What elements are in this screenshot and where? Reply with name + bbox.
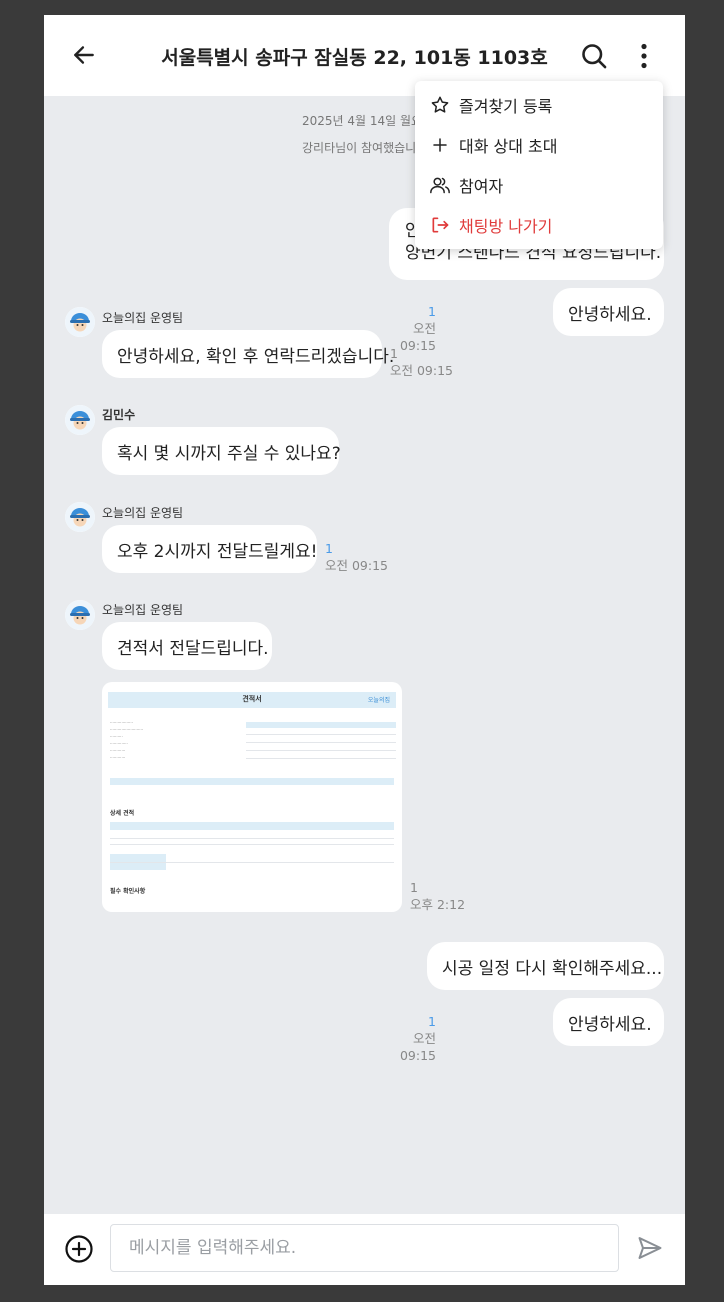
- message-meta: 1 오전 09:15: [374, 1013, 436, 1064]
- mascot-avatar-icon: [65, 600, 95, 630]
- chat-title: 서울특별시 송파구 잠실동 22, 101동 1103호: [161, 47, 548, 69]
- message-time: 오전 09:15: [399, 1031, 436, 1063]
- message-meta: 1 오전 09:15: [325, 540, 388, 574]
- users-icon: [429, 174, 451, 196]
- message-bubble-other[interactable]: 견적서 전달드립니다.: [102, 622, 272, 670]
- message-text: 혹시 몇 시까지 주실 수 있나요?: [117, 443, 341, 464]
- sender-name: 오늘의집 운영팀: [102, 603, 184, 617]
- avatar[interactable]: [65, 600, 95, 630]
- document-title: 견적서: [242, 695, 262, 703]
- plus-icon: [429, 134, 451, 156]
- star-icon: [429, 94, 451, 116]
- doc-detail-line: ··························: [110, 727, 144, 732]
- doc-table-line: [246, 742, 396, 743]
- avatar[interactable]: [65, 405, 95, 435]
- doc-items-header: [110, 822, 394, 830]
- message-bubble-mine[interactable]: 시공 일정 다시 확인해주세요...: [427, 942, 664, 990]
- mascot-avatar-icon: [65, 307, 95, 337]
- message-meta: 1 오후 2:12: [410, 879, 465, 913]
- search-button[interactable]: [578, 39, 610, 73]
- doc-detail-line: ············: [110, 755, 126, 760]
- avatar[interactable]: [65, 502, 95, 532]
- date-divider: 2025년 4월 14일 월요: [302, 114, 423, 128]
- add-attachment-button[interactable]: [64, 1234, 94, 1264]
- doc-detail-line: ··················: [110, 720, 133, 725]
- doc-detail-line: ··············: [110, 741, 128, 746]
- unread-count: 1: [428, 304, 436, 319]
- options-menu: 즐겨찾기 등록 대화 상대 초대 참여자 채팅방 나가기: [415, 81, 663, 249]
- doc-table-line: [246, 734, 396, 735]
- message-text: 견적서 전달드립니다.: [117, 638, 269, 659]
- doc-table-band: [246, 722, 396, 728]
- unread-count: 1: [410, 880, 418, 895]
- message-bubble-other[interactable]: 혹시 몇 시까지 주실 수 있나요?: [102, 427, 341, 475]
- sender-name: 오늘의집 운영팀: [102, 311, 184, 325]
- message-text: 안녕하세요.: [568, 304, 652, 325]
- join-notice: 강리타님이 참여했습니다: [302, 141, 428, 155]
- message-input[interactable]: [110, 1224, 619, 1272]
- sender-name: 김민수: [102, 408, 136, 422]
- message-bubble-mine[interactable]: 안녕하세요.: [553, 288, 664, 336]
- logout-icon: [429, 214, 451, 236]
- estimate-document-attachment[interactable]: 견적서 오늘의집 ·················· ············…: [102, 682, 402, 912]
- chat-screen: 서울특별시 송파구 잠실동 22, 101동 1103호 2025년 4월 14…: [44, 15, 685, 1285]
- message-text: 시공 일정 다시 확인해주세요...: [442, 958, 663, 979]
- more-vertical-icon: [641, 43, 647, 69]
- document-logo: 오늘의집: [367, 697, 390, 704]
- message-input-bar: [44, 1214, 685, 1285]
- search-icon: [582, 44, 607, 69]
- arrow-left-icon: [74, 46, 94, 64]
- message-bubble-mine[interactable]: 안녕하세요.: [553, 998, 664, 1046]
- message-meta: 1 오전 09:15: [390, 345, 453, 379]
- doc-table-line: [246, 758, 396, 759]
- menu-item-invite[interactable]: 대화 상대 초대: [415, 125, 663, 165]
- estimate-document-preview: 견적서 오늘의집 ·················· ············…: [108, 692, 396, 906]
- more-button[interactable]: [632, 39, 656, 73]
- message-bubble-other[interactable]: 오후 2시까지 전달드릴게요!: [102, 525, 317, 573]
- message-time: 오후 2:12: [410, 897, 466, 912]
- message-time: 오전 09:15: [325, 558, 388, 573]
- message-text: 안녕하세요.: [568, 1014, 652, 1035]
- mascot-avatar-icon: [65, 502, 95, 532]
- menu-item-label: 참여자: [459, 177, 504, 196]
- menu-item-label: 대화 상대 초대: [459, 137, 558, 156]
- menu-item-participants[interactable]: 참여자: [415, 165, 663, 205]
- unread-count: 1: [325, 541, 333, 556]
- detail-heading: 상세 견적: [110, 810, 135, 817]
- message-text: 오후 2시까지 전달드릴게요!: [117, 541, 318, 562]
- doc-table-line: [246, 750, 396, 751]
- doc-table-line: [110, 844, 394, 845]
- send-icon: [638, 1237, 662, 1259]
- message-bubble-other[interactable]: 안녕하세요, 확인 후 연락드리겠습니다.: [102, 330, 394, 378]
- plus-circle-icon: [65, 1235, 93, 1263]
- menu-item-favorite[interactable]: 즐겨찾기 등록: [415, 85, 663, 125]
- notes-heading: 필수 확인사항: [110, 888, 146, 895]
- back-button[interactable]: [68, 37, 100, 73]
- doc-detail-line: ············: [110, 748, 126, 753]
- doc-summary-band: [110, 778, 394, 785]
- menu-item-leave[interactable]: 채팅방 나가기: [415, 205, 663, 245]
- send-button[interactable]: [634, 1232, 666, 1264]
- sender-name: 오늘의집 운영팀: [102, 506, 184, 520]
- message-text: 안녕하세요, 확인 후 연락드리겠습니다.: [117, 346, 395, 367]
- doc-table-line: [110, 862, 394, 863]
- message-time: 오전 09:15: [390, 363, 453, 378]
- doc-detail-line: ··········: [110, 734, 123, 739]
- unread-count: 1: [428, 1014, 436, 1029]
- avatar[interactable]: [65, 307, 95, 337]
- mascot-avatar-icon: [65, 405, 95, 435]
- menu-item-label: 채팅방 나가기: [459, 217, 553, 236]
- doc-table-line: [110, 838, 394, 839]
- unread-count: 1: [390, 346, 398, 361]
- menu-item-label: 즐겨찾기 등록: [459, 97, 553, 116]
